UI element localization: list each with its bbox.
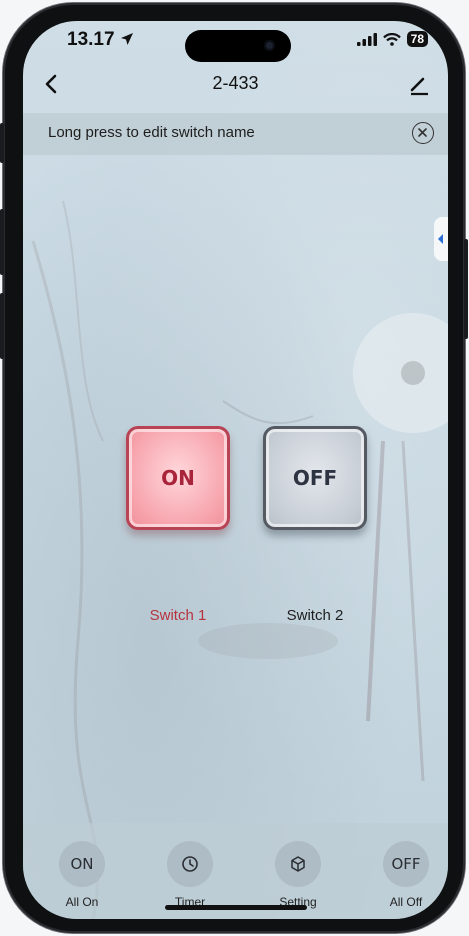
switch-2-button[interactable]: OFF [263, 426, 367, 530]
setting-button[interactable]: Setting [258, 841, 338, 909]
switch-2-label[interactable]: Switch 2 [250, 607, 380, 624]
all-off-button[interactable]: OFF All Off [366, 841, 446, 909]
side-button [0, 123, 4, 163]
switch-1-label[interactable]: Switch 1 [113, 607, 243, 624]
all-off-label: All Off [389, 895, 423, 909]
side-button [0, 293, 4, 359]
clock-icon [167, 841, 213, 887]
page-title: 2-433 [212, 73, 259, 93]
switch-1-button[interactable]: ON [126, 426, 230, 530]
location-arrow-icon [120, 33, 133, 45]
side-button [0, 209, 4, 275]
chevron-left-icon [438, 234, 443, 244]
dynamic-island [185, 30, 291, 62]
wifi-icon [382, 32, 401, 46]
all-on-icon: ON [59, 841, 105, 887]
all-on-label: All On [65, 895, 99, 909]
all-on-button[interactable]: ON All On [42, 841, 122, 909]
signal-icon [356, 32, 377, 46]
battery-indicator: 78 [406, 31, 428, 47]
phone-frame: 13.17 78 2-433 Long press to edit switch… [0, 3, 468, 933]
screen: 13.17 78 2-433 Long press to edit switch… [23, 21, 448, 919]
status-icons: 78 [356, 31, 428, 47]
timer-button[interactable]: Timer [150, 841, 230, 909]
close-icon[interactable] [412, 122, 434, 144]
all-off-icon: OFF [383, 841, 429, 887]
background-scene [31, 200, 448, 919]
hint-banner: Long press to edit switch name [23, 113, 448, 155]
hint-text: Long press to edit switch name [48, 124, 255, 141]
home-indicator[interactable] [165, 905, 307, 910]
cube-icon [275, 841, 321, 887]
side-panel-handle[interactable] [434, 217, 448, 261]
nav-bar: 2-433 [23, 67, 448, 107]
status-time: 13.17 [67, 29, 134, 51]
edit-pencil-icon[interactable] [406, 71, 432, 97]
side-button [464, 239, 468, 339]
camera-icon [264, 40, 275, 51]
status-bar: 13.17 78 [23, 21, 448, 67]
